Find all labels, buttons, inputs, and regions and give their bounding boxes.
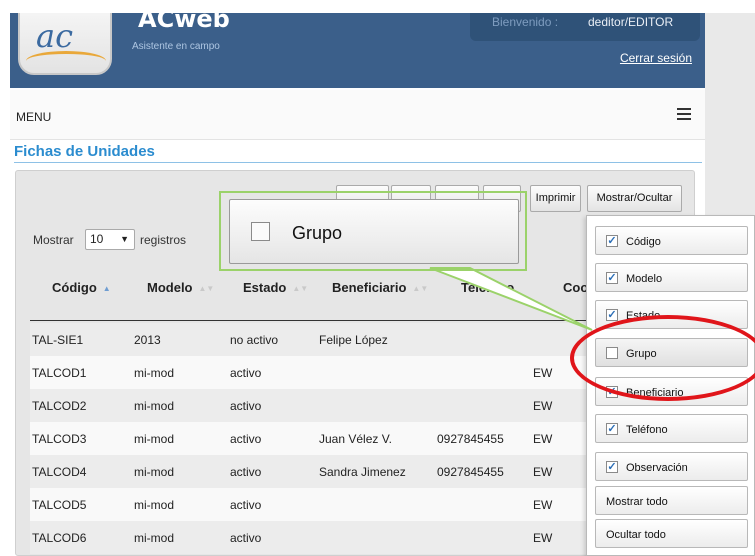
cell-coordenadas: EW: [533, 399, 553, 413]
show-all-button[interactable]: Mostrar todo: [595, 486, 748, 515]
col-header-beneficiario[interactable]: Beneficiario ▲▼: [332, 280, 428, 295]
column-toggle-codigo[interactable]: ✓ Código: [595, 226, 748, 255]
sort-both-icon: ▲▼: [412, 284, 429, 293]
column-toggle-observacion[interactable]: ✓ Observación: [595, 452, 748, 481]
menu-label: MENU: [16, 110, 52, 124]
show-hide-columns-button[interactable]: Mostrar/Ocultar: [587, 185, 682, 212]
cell-codigo: TALCOD6: [32, 531, 87, 545]
username: deditor/EDITOR: [588, 15, 674, 29]
checkbox[interactable]: ✓: [606, 423, 618, 435]
cell-estado: activo: [230, 366, 262, 380]
column-toggle-modelo[interactable]: ✓ Modelo: [595, 263, 748, 292]
sort-both-icon: ▲▼: [292, 284, 309, 293]
table-row[interactable]: TALCOD1 mi-mod activo EW: [30, 356, 590, 389]
length-suffix: registros: [140, 233, 187, 247]
page-title: Fichas de Unidades: [14, 143, 155, 160]
callout-checkbox: [251, 222, 270, 241]
cell-coordenadas: EW: [533, 498, 553, 512]
column-toggle-label: Código: [626, 236, 661, 248]
column-toggle-label: Observación: [626, 462, 688, 474]
checkbox[interactable]: ✓: [606, 461, 618, 473]
page-length-select[interactable]: 10 ▼: [85, 229, 135, 250]
sort-both-icon: ▲▼: [198, 284, 215, 293]
cell-estado: activo: [230, 465, 262, 479]
cell-modelo: mi-mod: [134, 399, 175, 413]
table-row[interactable]: TALCOD2 mi-mod activo EW: [30, 389, 590, 422]
cell-modelo: mi-mod: [134, 432, 175, 446]
logout-link[interactable]: Cerrar sesión: [620, 51, 692, 65]
page-length-value: 10: [90, 232, 104, 246]
logo-text: ac: [36, 17, 73, 55]
cell-modelo: mi-mod: [134, 531, 175, 545]
cell-modelo: mi-mod: [134, 498, 175, 512]
cell-estado: activo: [230, 498, 262, 512]
cell-telefono: 0927845455: [437, 432, 504, 446]
menu-bar: MENU: [10, 90, 705, 140]
title-divider: [14, 162, 702, 163]
chevron-down-icon: ▼: [120, 234, 129, 244]
highlight-ring: [570, 315, 755, 401]
logo-swoosh: [26, 51, 106, 71]
col-header-modelo[interactable]: Modelo ▲▼: [147, 280, 214, 295]
cell-coordenadas: EW: [533, 366, 553, 380]
header-divider: [30, 320, 590, 321]
length-prefix: Mostrar: [33, 233, 74, 247]
table-row[interactable]: TALCOD3 mi-mod activo Juan Vélez V. 0927…: [30, 422, 590, 455]
hide-all-button[interactable]: Ocultar todo: [595, 519, 748, 548]
cell-coordenadas: EW: [533, 531, 553, 545]
sort-asc-icon: ▲: [102, 284, 111, 293]
table-row[interactable]: TALCOD6 mi-mod activo EW: [30, 521, 590, 554]
cell-estado: activo: [230, 432, 262, 446]
print-button[interactable]: Imprimir: [530, 185, 581, 212]
cell-modelo: mi-mod: [134, 465, 175, 479]
cell-codigo: TAL-SIE1: [32, 333, 84, 347]
zoom-callout: Grupo: [229, 199, 519, 264]
cell-coordenadas: EW: [533, 465, 553, 479]
table-row[interactable]: TALCOD5 mi-mod activo EW: [30, 488, 590, 521]
user-info-box: Bienvenido : deditor/EDITOR: [470, 13, 700, 41]
checkbox[interactable]: ✓: [606, 309, 618, 321]
hide-all-label: Ocultar todo: [606, 529, 666, 541]
cell-beneficiario: Sandra Jimenez: [319, 465, 406, 479]
cell-codigo: TALCOD3: [32, 432, 87, 446]
cell-telefono: 0927845455: [437, 465, 504, 479]
checkbox[interactable]: ✓: [606, 272, 618, 284]
callout-label: Grupo: [292, 223, 343, 243]
app-subtitle: Asistente en campo: [132, 41, 220, 52]
table-row[interactable]: TAL-SIE1 2013 no activo Felipe López: [30, 323, 590, 356]
col-header-telefono[interactable]: Teléfono: [461, 280, 514, 295]
app-logo[interactable]: ac: [18, 13, 112, 75]
cell-estado: activo: [230, 399, 262, 413]
col-header-codigo[interactable]: Código ▲: [52, 280, 111, 295]
welcome-text: Bienvenido :: [492, 15, 559, 29]
cell-beneficiario: Felipe López: [319, 333, 388, 347]
cell-coordenadas: EW: [533, 432, 553, 446]
cell-estado: activo: [230, 531, 262, 545]
cell-codigo: TALCOD5: [32, 498, 87, 512]
cell-codigo: TALCOD2: [32, 399, 87, 413]
app-name: ACweb: [138, 13, 230, 33]
cell-modelo: mi-mod: [134, 366, 175, 380]
column-toggle-label: Teléfono: [626, 424, 668, 436]
col-header-estado[interactable]: Estado ▲▼: [243, 280, 308, 295]
cell-codigo: TALCOD1: [32, 366, 87, 380]
cell-beneficiario: Juan Vélez V.: [319, 432, 392, 446]
cell-modelo: 2013: [134, 333, 161, 347]
cell-codigo: TALCOD4: [32, 465, 87, 479]
column-toggle-label: Modelo: [626, 273, 663, 285]
hamburger-menu-icon[interactable]: [677, 108, 691, 120]
cell-estado: no activo: [230, 333, 279, 347]
app-header: ac ACweb Asistente en campo Bienvenido :…: [10, 13, 705, 88]
table-row[interactable]: TALCOD4 mi-mod activo Sandra Jimenez 092…: [30, 455, 590, 488]
column-toggle-telefono[interactable]: ✓ Teléfono: [595, 414, 748, 443]
checkbox[interactable]: ✓: [606, 235, 618, 247]
show-all-label: Mostrar todo: [606, 496, 668, 508]
